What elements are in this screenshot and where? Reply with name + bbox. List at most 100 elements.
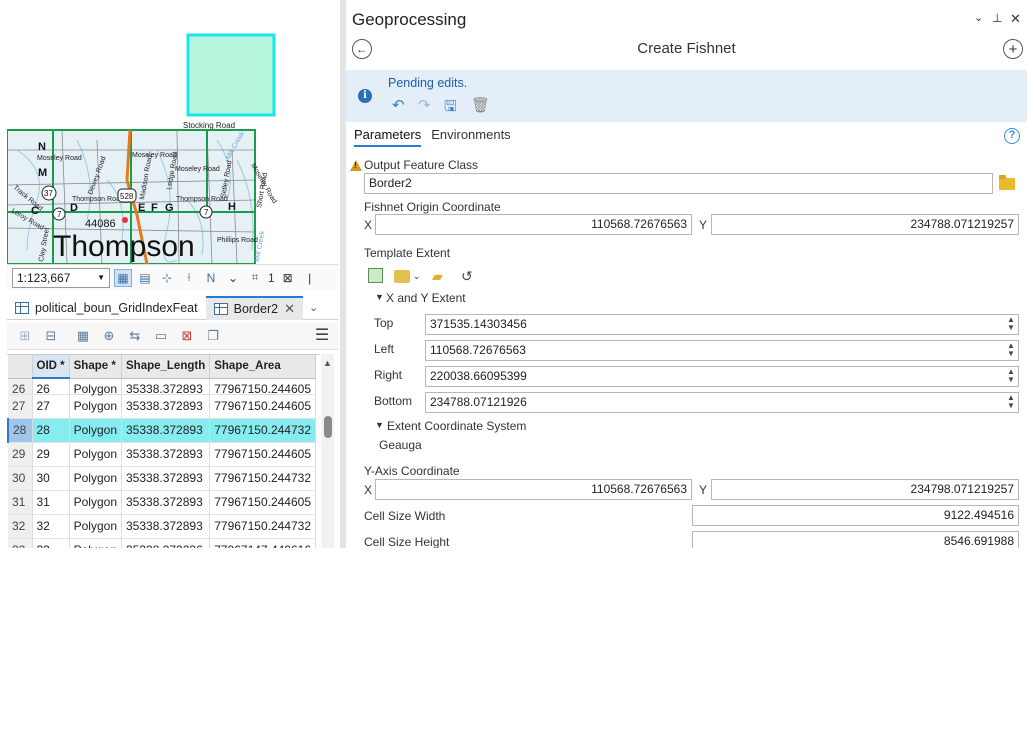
cell-shape[interactable]: Polygon [69,490,123,515]
table-row[interactable]: 31 31 Polygon 35338.372893 77967150.2446… [8,490,317,515]
hamburger-menu-icon[interactable]: ☰ [313,327,331,345]
table-row[interactable]: 30 30 Polygon 35338.372893 77967150.2447… [8,466,317,491]
cell-shape-length[interactable]: 35338.372893 [121,394,211,419]
cell-shape[interactable]: Polygon [69,442,123,467]
close-icon[interactable]: ✕ [284,301,295,317]
cell-oid[interactable]: 32 [32,514,70,539]
fishnet-cell-polygon[interactable] [186,33,276,117]
cell-shape[interactable]: Polygon [69,394,123,419]
row-number[interactable]: 26 [8,378,33,395]
pin-icon[interactable]: ⊥ [992,11,1002,25]
cell-size-width-input[interactable]: 9122.494516 [692,505,1019,526]
tab-border2[interactable]: Border2 ✕ [205,295,303,320]
table-row[interactable]: 32 32 Polygon 35338.372893 77967150.2447… [8,514,317,539]
cell-shape-area[interactable]: 77967147.440616 [209,538,317,548]
table-row[interactable]: 27 27 Polygon 35338.372893 77967150.2446… [8,394,317,419]
browse-folder-icon[interactable] [999,175,1015,190]
spinner-icon[interactable]: ▲ ▼ [1006,368,1016,384]
row-number[interactable]: 33 [8,538,33,548]
table-row-selected[interactable]: 28 28 Polygon 35338.372893 77967150.2447… [7,418,317,443]
switch-selection-icon[interactable]: ⇆ [125,327,145,345]
cell-shape-length[interactable]: 35338.372893 [121,466,211,491]
discard-edits-icon[interactable]: 🗑 [471,96,490,114]
chevron-down-icon[interactable]: ⌄ [413,271,421,282]
table-grid-icon[interactable]: ▤ [136,269,154,287]
origin-x-input[interactable]: 110568.72676563 [375,214,692,235]
add-icon[interactable]: + [1003,39,1023,59]
yaxis-x-input[interactable]: 110568.72676563 [375,479,692,500]
row-number[interactable]: 29 [8,442,33,467]
spinner-icon[interactable]: ▲ ▼ [1006,394,1016,410]
row-number[interactable]: 30 [8,466,33,491]
collapse-chevron-icon[interactable]: ▼ [375,420,384,430]
cell-oid[interactable]: 30 [32,466,70,491]
browse-folder-icon[interactable]: ▰ [432,268,443,285]
cell-size-height-input[interactable]: 8546.691988 [692,531,1019,548]
extent-cs-label[interactable]: Extent Coordinate System [387,419,526,433]
delete-selected-icon[interactable]: ⊠ [177,327,197,345]
cell-shape-length[interactable]: 35338.372236 [121,538,211,548]
tab-parameters[interactable]: Parameters [354,127,422,147]
layer-extent-icon[interactable] [394,270,410,283]
refresh-icon[interactable]: | [301,269,319,287]
copy-selected-icon[interactable]: ❐ [203,327,223,345]
column-header-shape-length[interactable]: Shape_Length [121,355,211,379]
row-number[interactable]: 32 [8,514,33,539]
clear-selection-icon[interactable]: ▭ [151,327,171,345]
tab-political-boun-gridindexfeat[interactable]: political_boun_GridIndexFeat [7,296,206,320]
cell-shape-length[interactable]: 35338.372893 [121,442,211,467]
cell-shape-area[interactable]: 77967150.244732 [209,418,317,443]
table-row[interactable]: 33 33 Polygon 35338.372236 77967147.4406… [8,538,317,548]
right-input[interactable]: 220038.66095399 ▲ ▼ [425,366,1019,387]
grid-display-icon[interactable]: ▦ [114,268,132,287]
origin-y-input[interactable]: 234788.071219257 [711,214,1019,235]
snapping-icon[interactable]: ⊹ [158,269,176,287]
top-input[interactable]: 371535.14303456 ▲ ▼ [425,314,1019,335]
row-number[interactable]: 27 [8,394,33,419]
cell-oid[interactable]: 33 [32,538,70,548]
zoom-to-selection-icon[interactable]: ⊕ [99,327,119,345]
current-display-extent-icon[interactable] [368,268,383,283]
cell-shape-length[interactable]: 35338.372893 [121,378,211,395]
cell-shape[interactable]: Polygon [69,514,123,539]
close-icon[interactable]: ✕ [1010,11,1021,27]
save-edits-icon[interactable]: 🖫 [444,96,457,121]
row-number[interactable]: 31 [8,490,33,515]
yaxis-y-input[interactable]: 234798.071219257 [711,479,1019,500]
cell-oid[interactable]: 27 [32,394,70,419]
tab-menu-chevron-icon[interactable]: ⌄ [309,301,318,314]
cell-shape-length[interactable]: 35338.372893 [121,514,211,539]
table-row[interactable]: 26 26 Polygon 35338.372893 77967150.2446… [8,378,317,395]
column-header-shape[interactable]: Shape * [69,355,123,379]
selection-icon[interactable]: ⌗ [246,269,264,287]
pane-options-chevron-icon[interactable]: ⌄ [974,11,983,24]
cell-oid[interactable]: 31 [32,490,70,515]
calculate-field-icon[interactable]: ⊟ [41,327,61,345]
scroll-up-icon[interactable]: ▲ [323,358,332,368]
cell-shape-area[interactable]: 77967150.244732 [209,466,317,491]
scale-dropdown[interactable]: 1:123,667 ▼ [12,267,110,288]
scrollbar-thumb[interactable] [324,416,332,438]
cell-shape-area[interactable]: 77967150.244605 [209,378,317,395]
spinner-icon[interactable]: ▲ ▼ [1006,342,1016,358]
collapse-chevron-icon[interactable]: ▼ [375,292,384,302]
column-header-oid[interactable]: OID * [32,355,70,379]
cell-shape-area[interactable]: 77967150.244605 [209,442,317,467]
table-row[interactable]: 29 29 Polygon 35338.372893 77967150.2446… [8,442,317,467]
xy-extent-label[interactable]: X and Y Extent [386,291,466,305]
cell-oid[interactable]: 28 [32,418,70,443]
cell-shape[interactable]: Polygon [69,538,123,548]
pause-drawing-icon[interactable]: ⊠ [279,269,297,287]
reset-extent-icon[interactable]: ↺ [461,268,473,285]
navigate-icon[interactable]: ⟊ [180,269,198,287]
bottom-input[interactable]: 234788.07121926 ▲ ▼ [425,392,1019,413]
select-by-attributes-icon[interactable]: ▦ [73,327,93,345]
add-field-icon[interactable]: ⊞ [15,327,35,345]
redo-icon[interactable]: ↷ [418,96,431,114]
chevron-down-icon[interactable]: ⌄ [224,269,242,287]
cell-shape-length[interactable]: 35338.372893 [121,418,211,443]
cell-shape-area[interactable]: 77967150.244605 [209,490,317,515]
cell-shape-area[interactable]: 77967150.244732 [209,514,317,539]
cell-oid[interactable]: 26 [32,378,70,395]
row-number[interactable]: 28 [7,418,33,443]
